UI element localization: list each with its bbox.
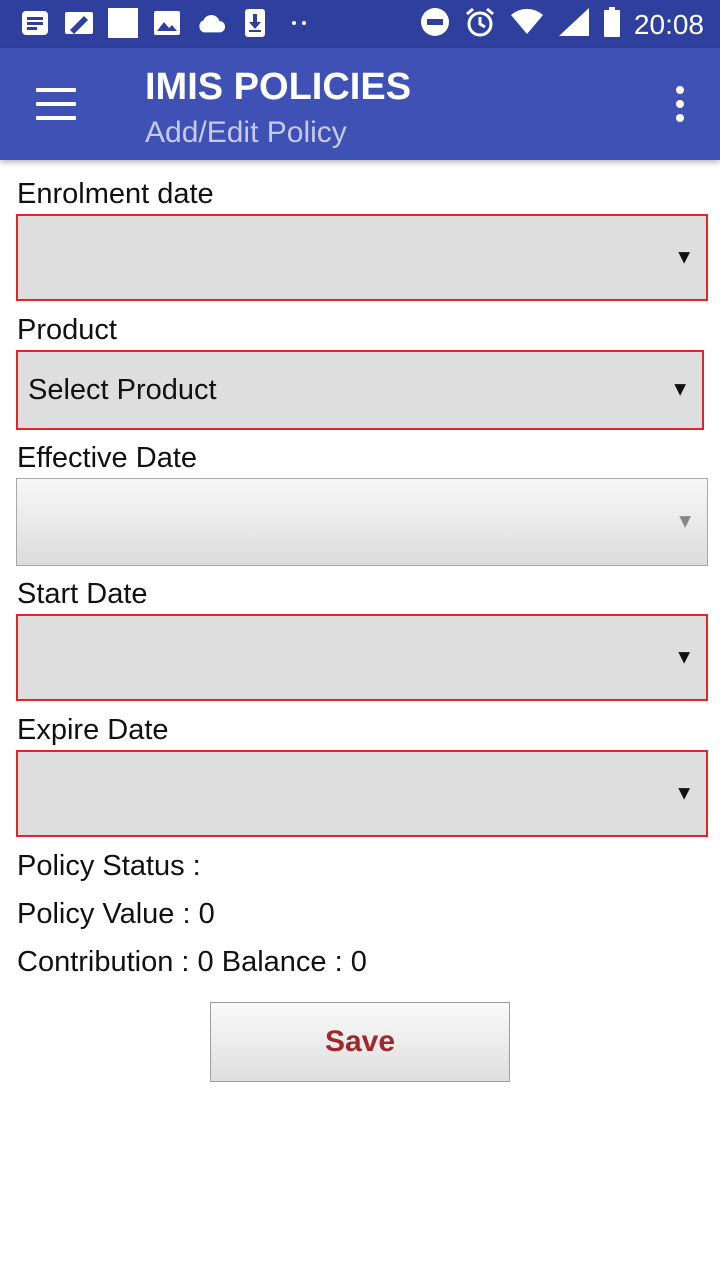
image-icon [152,8,182,38]
signal-icon [558,7,590,42]
effective-date-label: Effective Date [17,442,198,474]
app-title: IMIS POLICIES [145,66,412,108]
dropdown-arrow-icon: ▼ [670,378,690,401]
do-not-disturb-icon [420,7,450,42]
dropdown-arrow-icon: ▼ [674,246,694,268]
wifi-icon [510,8,544,41]
edit-icon [64,8,94,38]
system-icons: 20:08 [420,6,704,43]
app-bar: IMIS POLICIES Add/Edit Policy [0,48,720,160]
overflow-menu-icon[interactable] [670,86,690,122]
policy-status: Policy Status : [17,850,201,882]
status-time: 20:08 [633,8,704,40]
battery-icon [603,7,620,42]
white-square-icon [108,8,138,38]
alarm-icon [464,6,496,43]
news-icon [20,8,50,38]
enrolment-date-field[interactable]: ▼ [16,214,708,301]
product-label: Product [17,314,117,346]
start-date-label: Start Date [17,578,148,610]
dropdown-arrow-icon: ▼ [674,646,694,668]
enrolment-date-label: Enrolment date [17,178,214,210]
more-dots-icon [284,8,314,38]
download-icon [240,8,270,38]
expire-date-label: Expire Date [17,714,169,746]
menu-icon[interactable] [30,84,82,124]
effective-date-field[interactable]: ▼ [16,478,708,566]
cloud-icon [196,8,226,38]
app-subtitle: Add/Edit Policy [145,116,347,149]
status-bar: 20:08 [0,0,720,48]
policy-value: Policy Value : 0 [17,898,215,930]
dropdown-arrow-icon: ▼ [675,510,695,533]
save-button[interactable]: Save [210,1002,510,1082]
contribution-balance: Contribution : 0 Balance : 0 [17,946,367,978]
dropdown-arrow-icon: ▼ [674,782,694,804]
product-select[interactable]: Select Product ▼ [16,350,704,430]
start-date-field[interactable]: ▼ [16,614,708,701]
expire-date-field[interactable]: ▼ [16,750,708,837]
product-select-value: Select Product [28,373,217,406]
notification-icons [20,8,314,38]
